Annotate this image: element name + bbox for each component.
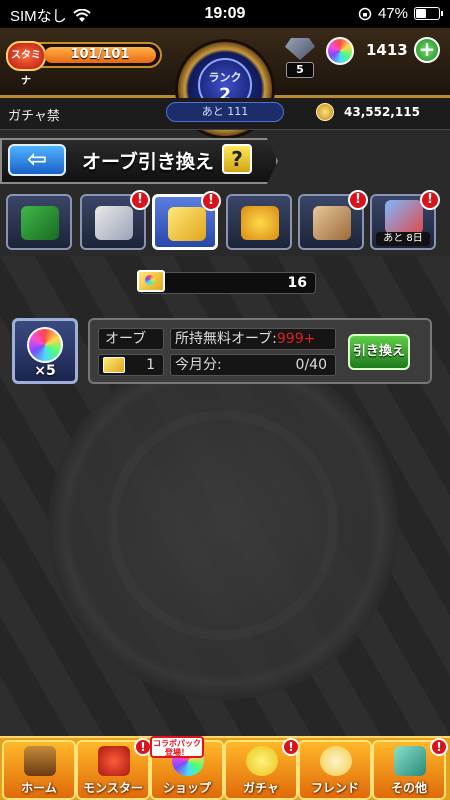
battery-fill bbox=[416, 9, 426, 18]
other-icon bbox=[394, 746, 426, 776]
orb-count: 1413 bbox=[366, 41, 408, 59]
rank-label: ランク bbox=[208, 71, 242, 84]
stamina-badge: スタミナ bbox=[6, 41, 46, 87]
free-orb-cell: 所持無料オーブ:999+ bbox=[170, 328, 336, 350]
nav-other-label: その他 bbox=[390, 781, 427, 795]
gacha-ban-label: ガチャ禁 bbox=[8, 109, 60, 124]
friend-icon bbox=[320, 746, 352, 776]
exchange-panel: オーブ 所持無料オーブ:999+ 1 今月分: 0/40 引き換え bbox=[88, 318, 432, 384]
heart-card-icon bbox=[95, 206, 133, 240]
nav-home[interactable]: ホーム bbox=[2, 740, 76, 800]
tab-orb-ticket[interactable]: ! bbox=[152, 191, 221, 250]
event-remaining-days: あと 8日 bbox=[376, 232, 430, 246]
tab-heart-card[interactable]: ! bbox=[80, 190, 150, 250]
nav-home-label: ホーム bbox=[21, 781, 57, 795]
orb-counter: 1413 + bbox=[326, 37, 444, 65]
nav-monster-label: モンスター bbox=[83, 781, 143, 795]
alert-badge: ! bbox=[348, 190, 368, 210]
nav-monster[interactable]: ! モンスター bbox=[76, 738, 152, 800]
reward-quantity: ×5 bbox=[34, 363, 56, 379]
category-tabs: ! ! ! ! あと 8日 bbox=[6, 190, 446, 252]
status-bar: SIMなし 19:09 47% bbox=[0, 0, 450, 28]
battery-area: 47% bbox=[358, 5, 443, 22]
free-orb-label: 所持無料オーブ: bbox=[175, 331, 277, 347]
nav-other[interactable]: ! その他 bbox=[372, 738, 448, 800]
alert-badge: ! bbox=[430, 738, 448, 756]
bottom-nav: ホーム ! モンスター ショップ ! ガチャ フレンド ! その他 bbox=[0, 736, 450, 800]
alert-badge: ! bbox=[130, 190, 150, 210]
orb-ticket-icon bbox=[137, 270, 165, 292]
dragon-icon bbox=[241, 206, 279, 240]
nav-shop-label: ショップ bbox=[162, 781, 211, 795]
ticket-balance: 16 bbox=[137, 270, 316, 294]
reward-item: ×5 bbox=[12, 318, 78, 384]
ticket-count: 16 bbox=[287, 275, 307, 291]
cost-value: 1 bbox=[146, 357, 155, 373]
orb-label-cell: オーブ bbox=[98, 328, 164, 350]
tab-orb-exchange-event[interactable]: ! あと 8日 bbox=[370, 190, 440, 250]
page-title: オーブ引き換え bbox=[82, 151, 214, 173]
battery-percent: 47% bbox=[377, 5, 408, 22]
orb-icon bbox=[326, 37, 354, 65]
stamina-value: 101/101 bbox=[70, 47, 130, 62]
alert-badge: ! bbox=[420, 190, 440, 210]
exchange-button[interactable]: 引き換え bbox=[348, 334, 410, 370]
sub-header: ガチャ禁 あと 111 43,552,115 bbox=[0, 98, 450, 130]
free-orb-value: 999+ bbox=[276, 331, 316, 347]
stamina-bar: 101/101 bbox=[44, 47, 156, 63]
gem-badge[interactable]: 5 bbox=[282, 38, 318, 82]
orb-label: オーブ bbox=[105, 331, 147, 347]
emblem-inner-ring bbox=[108, 410, 338, 640]
orb-ticket-icon bbox=[168, 207, 206, 241]
next-rank-exp: あと 111 bbox=[166, 102, 284, 122]
gold-amount: 43,552,115 bbox=[344, 105, 420, 119]
tab-dragon[interactable] bbox=[226, 194, 292, 250]
orb-exchange-event-icon bbox=[385, 200, 423, 234]
back-button[interactable]: ⇦ bbox=[8, 144, 66, 176]
cost-cell: 1 bbox=[98, 354, 164, 376]
clover-icon bbox=[21, 206, 59, 240]
battery-icon bbox=[414, 7, 443, 20]
month-value: 0/40 bbox=[295, 357, 327, 373]
nav-friend-label: フレンド bbox=[310, 781, 359, 795]
orb-icon bbox=[27, 327, 63, 363]
title-bar: ⇦ オーブ引き換え ? bbox=[0, 134, 450, 188]
tab-castle[interactable]: ! bbox=[298, 190, 368, 250]
help-button[interactable]: ? bbox=[222, 144, 252, 174]
castle-icon bbox=[313, 206, 351, 240]
gem-icon bbox=[285, 38, 315, 60]
orientation-lock-icon bbox=[358, 7, 372, 20]
nav-friend[interactable]: フレンド bbox=[298, 740, 372, 800]
monster-icon bbox=[98, 746, 130, 776]
tab-clover[interactable] bbox=[6, 194, 72, 250]
buy-orb-button[interactable]: + bbox=[414, 37, 440, 63]
gold-coin-icon bbox=[316, 103, 334, 121]
nav-gacha-label: ガチャ bbox=[243, 781, 279, 795]
top-header: スタミナ 101/101 ランク 2 5 1413 + bbox=[0, 28, 450, 136]
stamina-gauge: スタミナ 101/101 bbox=[6, 41, 162, 87]
collab-pack-tag: コラボパック登場！ bbox=[150, 736, 204, 758]
nav-gacha[interactable]: ! ガチャ bbox=[224, 738, 300, 800]
exchange-main: 16 ×5 オーブ 所持無料オーブ:999+ 1 今月分: 0/40 引き換え bbox=[0, 256, 450, 736]
gacha-icon bbox=[246, 746, 278, 776]
month-label: 今月分: bbox=[175, 357, 222, 373]
gem-count: 5 bbox=[286, 62, 314, 78]
home-icon bbox=[24, 746, 56, 776]
dragon-emblem-background bbox=[48, 350, 398, 700]
alert-badge: ! bbox=[201, 191, 221, 211]
orb-ticket-icon bbox=[103, 357, 125, 373]
monthly-cell: 今月分: 0/40 bbox=[170, 354, 336, 376]
